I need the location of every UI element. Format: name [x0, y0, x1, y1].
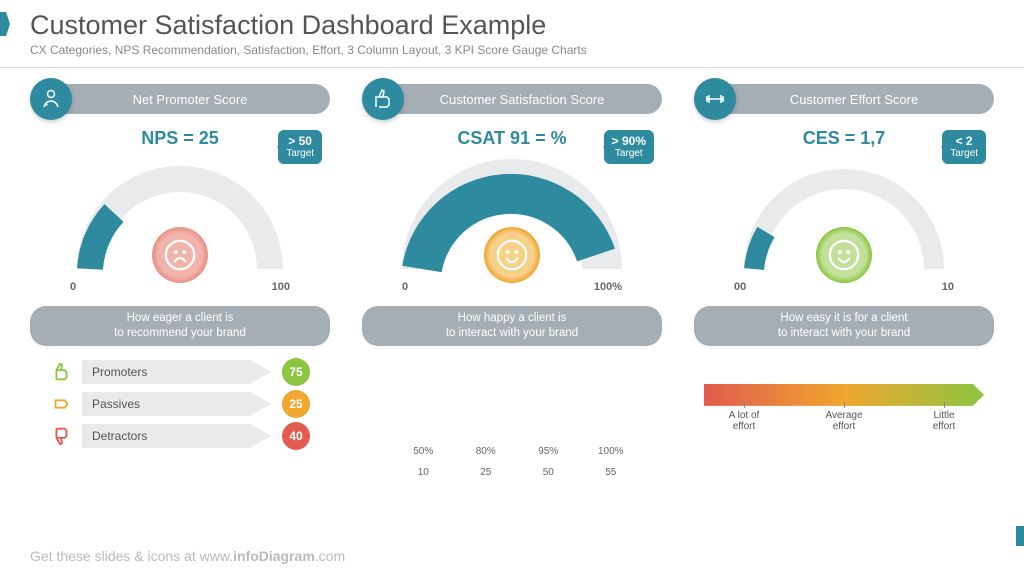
kpi-col-csat: Customer Satisfaction Score CSAT 91 = % … — [352, 78, 672, 478]
legend-label: Detractors — [82, 424, 272, 448]
happy-face-icon — [816, 227, 872, 283]
page-title: Customer Satisfaction Dashboard Example — [30, 10, 994, 41]
person-stars-icon — [30, 78, 72, 120]
thumbs-up-icon — [50, 361, 72, 383]
footer-attribution: Get these slides & icons at www.infoDiag… — [30, 548, 345, 564]
kpi-header-label: Customer Satisfaction Score — [382, 84, 662, 114]
csat-desc: How happy a client isto interact with yo… — [362, 306, 662, 346]
page-subtitle: CX Categories, NPS Recommendation, Satis… — [30, 43, 994, 57]
legend-label: Passives — [82, 392, 272, 416]
header-divider — [0, 67, 1024, 68]
thumbs-down-icon — [50, 425, 72, 447]
hand-neutral-icon — [50, 393, 72, 415]
nps-axis-min: 0 — [70, 281, 76, 293]
nps-legend: Promoters 75 Passives 25 Detractors 40 — [50, 354, 310, 454]
kpi-col-ces: Customer Effort Score CES = 1,7 < 2Targe… — [684, 78, 1004, 478]
kpi-header-label: Net Promoter Score — [50, 84, 330, 114]
csat-axis-min: 0 — [402, 281, 408, 293]
nps-desc: How eager a client isto recommend your b… — [30, 306, 330, 346]
legend-value: 25 — [282, 390, 310, 418]
csat-bar-chart: 50% 80% 95% 100% 10 25 50 55 — [382, 358, 642, 478]
kpi-columns: Net Promoter Score NPS = 25 > 50Target 0… — [0, 78, 1024, 478]
ces-desc: How easy it is for a clientto interact w… — [694, 306, 994, 346]
like-icon — [362, 78, 404, 120]
nps-axis-max: 100 — [272, 281, 290, 293]
kpi-header-label: Customer Effort Score — [714, 84, 994, 114]
legend-value: 75 — [282, 358, 310, 386]
ces-axis-min: 00 — [734, 281, 746, 293]
csat-axis-max: 100% — [594, 281, 622, 293]
happy-face-icon — [484, 227, 540, 283]
legend-value: 40 — [282, 422, 310, 450]
kpi-col-nps: Net Promoter Score NPS = 25 > 50Target 0… — [20, 78, 340, 478]
effort-scale: A lot ofeffort Averageeffort Littleeffor… — [704, 384, 984, 432]
dumbbell-icon — [694, 78, 736, 120]
sad-face-icon — [152, 227, 208, 283]
ces-axis-max: 10 — [942, 281, 954, 293]
legend-label: Promoters — [82, 360, 272, 384]
slide-marker-right — [1016, 526, 1024, 546]
